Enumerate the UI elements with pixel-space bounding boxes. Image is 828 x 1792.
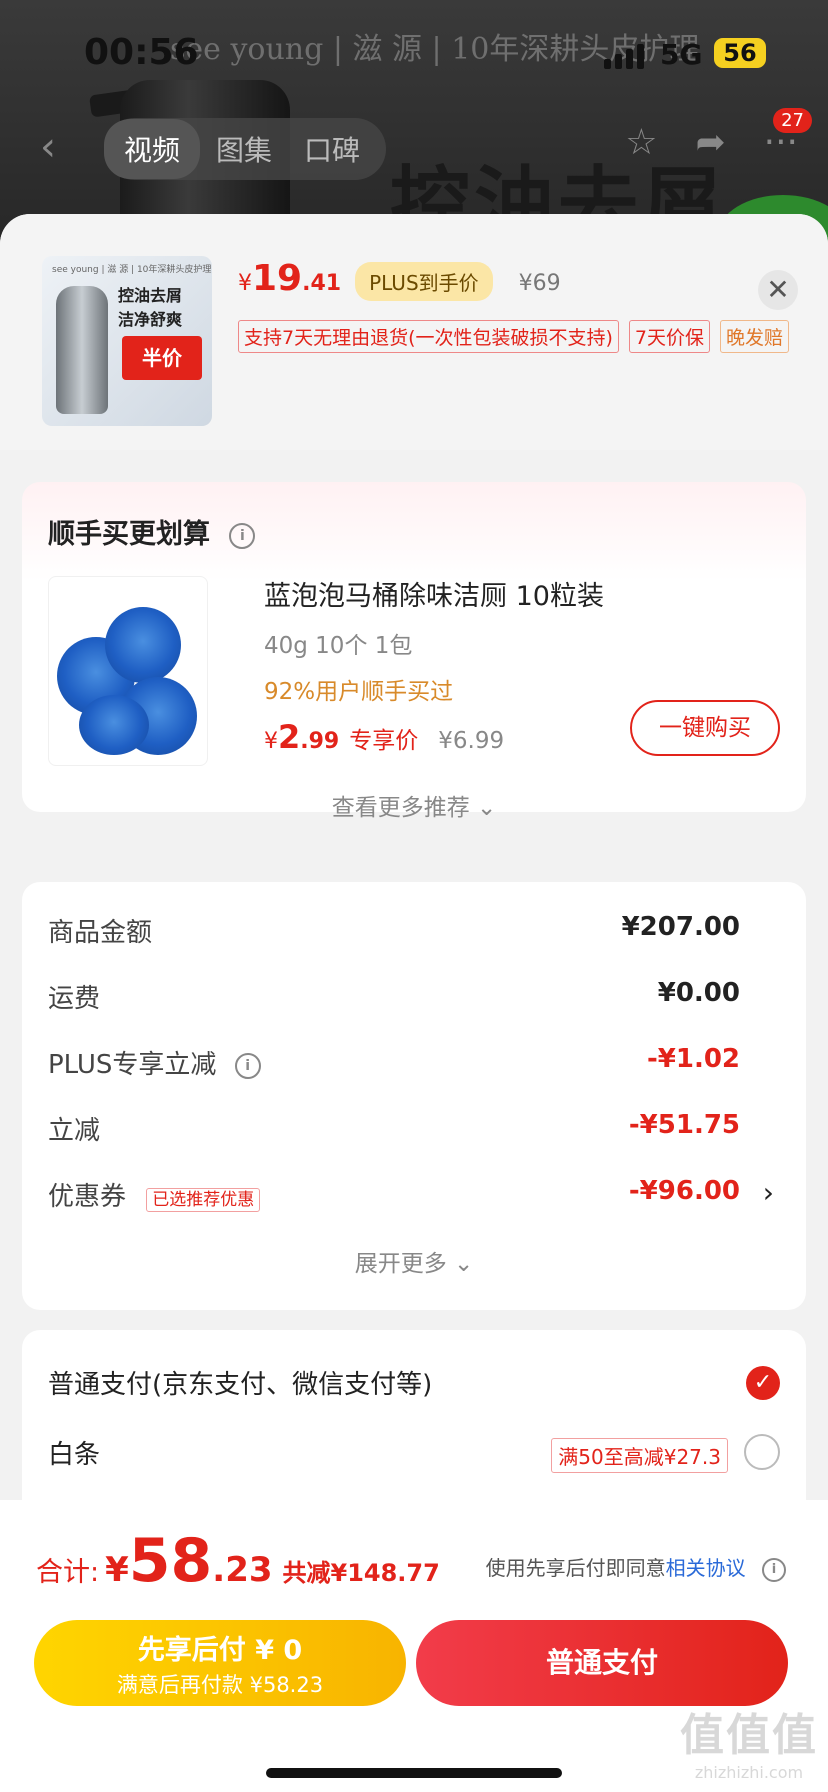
expand-more-link[interactable]: 展开更多 ⌄ [22,1244,806,1278]
addon-spec: 40g 10个 1包 [264,633,413,659]
tab-gallery[interactable]: 图集 [200,129,288,169]
addon-title: 顺手买更划算 i [48,512,256,551]
tag-price-protect: 7天价保 [628,320,711,353]
agreement-notice: 使用先享后付即同意相关协议 i [486,1552,786,1582]
tab-reviews[interactable]: 口碑 [288,129,376,169]
pay-later-sublabel: 满意后再付款 ¥58.23 [116,1673,324,1697]
summary-row-instant-discount: 立减 -¥51.75 [48,1110,780,1150]
total-integer: 58 [128,1526,213,1596]
watermark: 值值值 zhizhizhi.com [680,1699,818,1782]
network-type: 5G [660,38,703,71]
info-icon[interactable]: i [762,1557,786,1582]
thumb-tag: 半价 [122,336,202,380]
tag-late-compensation: 晚发赔 [720,320,790,353]
summary-value: -¥96.00 [628,1176,740,1206]
summary-value: ¥0.00 [657,978,740,1008]
media-tabs: 视频 图集 口碑 [104,118,386,180]
product-nav: ‹ 视频 图集 口碑 ☆ ➦ ··· 27 [0,108,828,180]
product-header: see young | 滋 源 | 10年深耕头皮护理 控油去屑 洁净舒爽 半价… [0,214,828,450]
total-decimal: .23 [212,1550,273,1590]
plus-price-badge: PLUS到手价 [355,262,493,301]
status-bar: 00:56 5G 56 [0,0,828,100]
normal-pay-button[interactable]: 普通支付 [416,1620,788,1706]
tag-return: 支持7天无理由退货(一次性包装破损不支持) [238,320,619,353]
summary-value: ¥207.00 [621,912,740,942]
pay-later-button[interactable]: 先享后付 ¥ 0 满意后再付款 ¥58.23 [34,1620,406,1706]
summary-label: 运费 [48,984,101,1014]
agreement-link[interactable]: 相关协议 [666,1556,746,1580]
one-click-buy-button[interactable]: 一键购买 [630,700,780,756]
summary-row-coupon[interactable]: 优惠券 已选推荐优惠 -¥96.00 › [48,1176,780,1216]
chevron-right-icon[interactable]: › [763,1176,774,1209]
status-time: 00:56 [84,32,199,73]
price-integer: 19 [252,258,303,299]
checkout-footer: 合计: ¥ 58 .23 共减¥148.77 使用先享后付即同意相关协议 i 先… [0,1500,828,1792]
addon-title-text: 顺手买更划算 [48,519,210,550]
watermark-url: zhizhizhi.com [694,1763,804,1782]
message-badge: 27 [773,108,812,133]
addon-original-price: ¥6.99 [438,728,505,754]
total-discount: 共减¥148.77 [282,1559,440,1587]
thumb-brand: see young | 滋 源 | 10年深耕头皮护理 [52,265,212,275]
agreement-text: 使用先享后付即同意 [485,1556,666,1580]
order-total: 合计: ¥ 58 .23 共减¥148.77 [36,1526,440,1596]
service-tags: 支持7天无理由退货(一次性包装破损不支持) 7天价保 晚发赔 [238,320,790,353]
summary-row-shipping: 运费 ¥0.00 [48,978,780,1018]
price-symbol: ¥ [238,271,252,296]
total-label: 合计: [36,1557,100,1588]
addon-card: 顺手买更划算 i 蓝泡泡马桶除味洁厕 10粒装 40g 10个 1包 92%用户… [22,482,806,821]
puck-image [79,695,149,755]
thumb-bottle [56,286,108,414]
price-decimal: .41 [302,271,342,296]
thumb-line1: 控油去屑 [118,286,183,305]
addon-price-decimal: .99 [300,729,340,754]
addon-price: ¥ 2 .99 专享价 ¥6.99 [264,718,504,756]
product-thumbnail: see young | 滋 源 | 10年深耕头皮护理 控油去屑 洁净舒爽 半价 [42,256,212,426]
coupon-tag: 已选推荐优惠 [146,1188,261,1212]
nav-actions: ☆ ➦ ··· [625,122,798,163]
battery-icon: 56 [714,38,766,68]
tab-video[interactable]: 视频 [104,119,201,179]
summary-value: -¥1.02 [646,1044,740,1074]
summary-label: 商品金额 [48,918,153,948]
addon-price-symbol: ¥ [264,729,278,754]
addon-price-integer: 2 [278,718,301,756]
info-icon[interactable]: i [234,1052,261,1079]
summary-label: 优惠券 已选推荐优惠 [48,1176,261,1213]
radio-icon[interactable] [744,1434,780,1470]
original-price: ¥69 [518,271,561,296]
summary-value: -¥51.75 [628,1110,740,1140]
summary-row-subtotal: 商品金额 ¥207.00 [48,912,780,952]
summary-row-plus-discount: PLUS专享立减 i -¥1.02 [48,1044,780,1084]
addon-product-image[interactable] [48,576,208,766]
total-symbol: ¥ [105,1550,129,1590]
info-icon[interactable]: i [229,522,256,549]
product-price: ¥ 19 .41 PLUS到手价 ¥69 [238,258,561,301]
price-summary-card: 商品金额 ¥207.00 运费 ¥0.00 PLUS专享立减 i -¥1.02 … [22,882,806,1310]
addon-price-label: 专享价 [349,728,419,754]
share-icon[interactable]: ➦ [695,122,725,163]
star-icon[interactable]: ☆ [625,122,657,163]
summary-label-text: PLUS专享立减 [48,1050,217,1080]
summary-label: 立减 [48,1116,101,1146]
pay-later-label: 先享后付 ¥ 0 [137,1635,303,1666]
more-recommendations-link[interactable]: 查看更多推荐 ⌄ [22,788,806,822]
addon-sold: 92%用户顺手买过 [264,679,454,705]
payment-option-normal[interactable]: 普通支付(京东支付、微信支付等) [48,1364,432,1401]
back-icon[interactable]: ‹ [40,124,56,170]
home-indicator[interactable] [266,1768,562,1778]
close-icon[interactable]: ✕ [758,270,798,310]
summary-label: PLUS专享立减 i [48,1044,261,1081]
baitiao-promo-tag: 满50至高减¥27.3 [551,1438,728,1473]
check-icon[interactable]: ✓ [746,1366,780,1400]
addon-name: 蓝泡泡马桶除味洁厕 10粒装 [264,581,604,612]
thumb-line2: 洁净舒爽 [118,310,183,329]
signal-icon [604,44,644,69]
payment-option-baitiao[interactable]: 白条 [48,1434,100,1471]
puck-image [105,607,181,683]
summary-label-text: 优惠券 [48,1182,127,1212]
watermark-logo: 值值值 [680,1710,818,1761]
